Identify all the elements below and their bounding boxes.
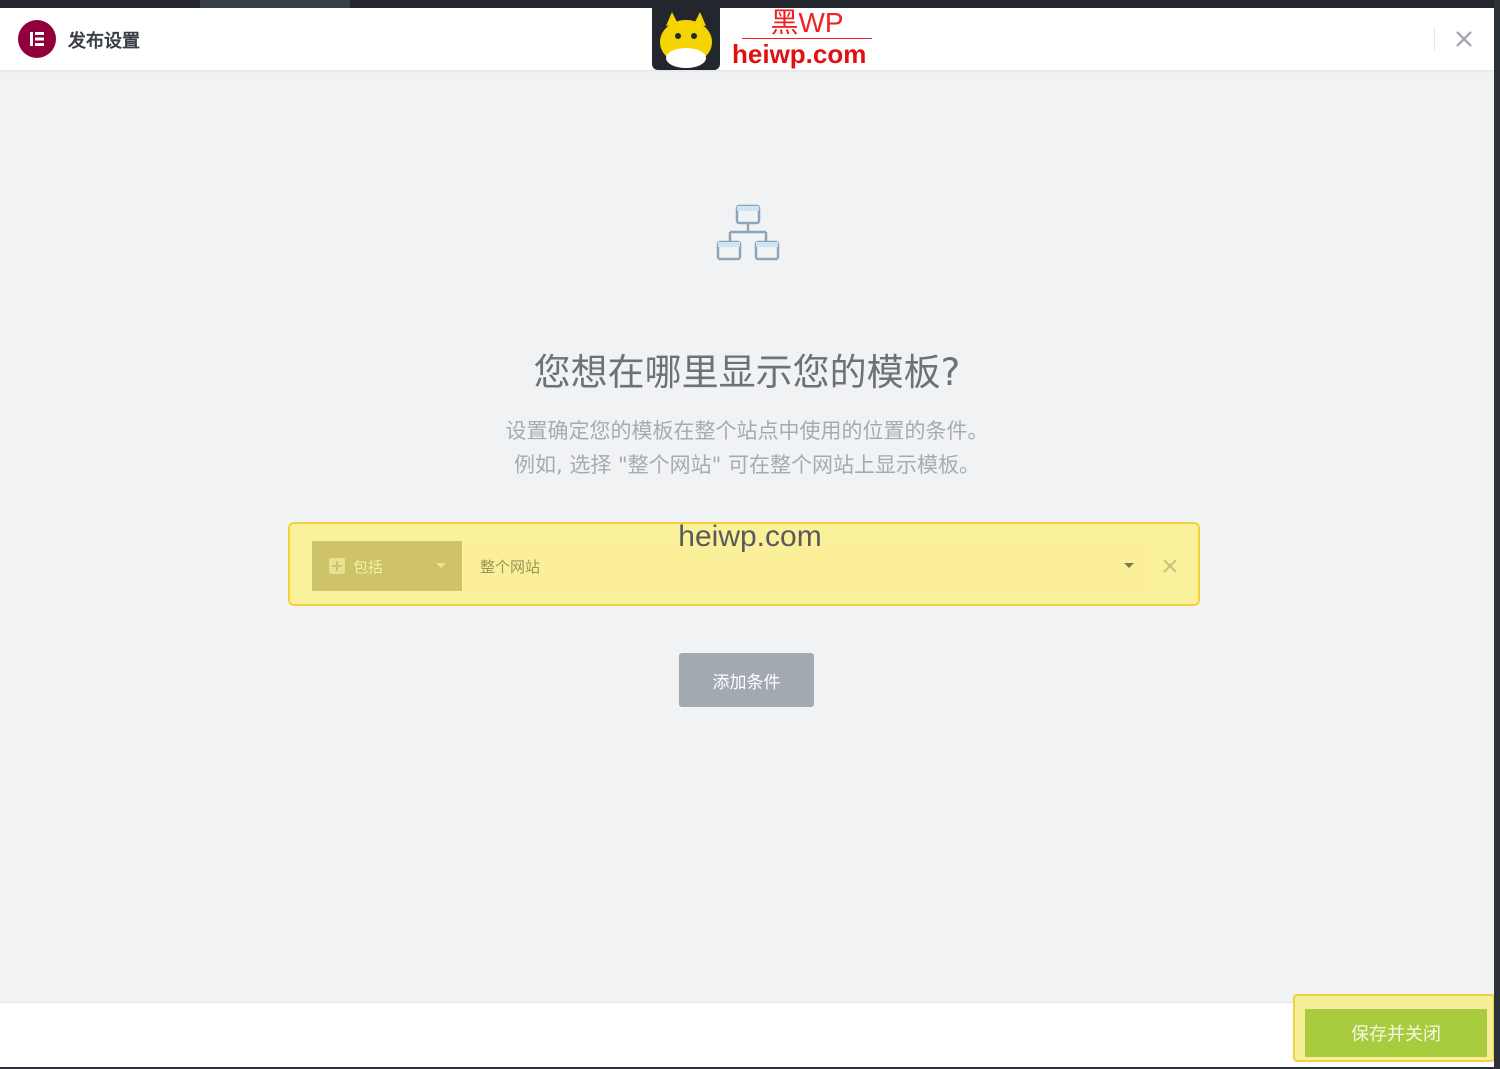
remove-condition-button[interactable] [1158, 554, 1182, 578]
watermark-mascot [652, 8, 720, 70]
description-line-1: 设置确定您的模板在整个站点中使用的位置的条件。 [505, 419, 989, 443]
condition-target-label: 整个网站 [480, 557, 541, 576]
save-button-highlight: 保存并关闭 [1293, 994, 1495, 1062]
elementor-logo-icon [18, 20, 56, 58]
conditions-title: 您想在哪里显示您的模板? [533, 351, 961, 394]
condition-type-label: 包括 [353, 557, 384, 576]
conditions-description: 设置确定您的模板在整个站点中使用的位置的条件。 例如, 选择 "整个网站" 可在… [0, 414, 1494, 482]
close-button[interactable] [1448, 23, 1480, 55]
window-top-strip [0, 0, 1500, 8]
modal-footer [0, 1002, 1494, 1067]
close-icon [1163, 559, 1177, 573]
description-line-2: 例如, 选择 "整个网站" 可在整个网站上显示模板。 [513, 453, 981, 477]
header-divider [1434, 28, 1435, 50]
watermark-brand-cn: 黑WP [770, 7, 844, 38]
watermark-center-text: heiwp.com [678, 520, 822, 553]
plus-icon [329, 558, 345, 574]
modal-header: 发布设置 黑WP heiwp.com [0, 8, 1494, 70]
sitemap-icon [716, 204, 780, 268]
watermark-brand: 黑WP heiwp.com [732, 8, 882, 69]
close-icon [1456, 31, 1472, 47]
watermark-brand-domain: heiwp.com [732, 39, 867, 69]
chevron-down-icon [1124, 563, 1134, 568]
modal-title: 发布设置 [68, 31, 140, 52]
add-condition-button[interactable]: 添加条件 [679, 653, 814, 707]
save-and-close-button[interactable]: 保存并关闭 [1305, 1009, 1487, 1057]
chevron-down-icon [436, 563, 446, 568]
publish-settings-modal: 发布设置 黑WP heiwp.com 您想在哪里显示您的模板? 设置确定您的模板… [0, 8, 1495, 1067]
window-right-edge [1494, 0, 1500, 1069]
